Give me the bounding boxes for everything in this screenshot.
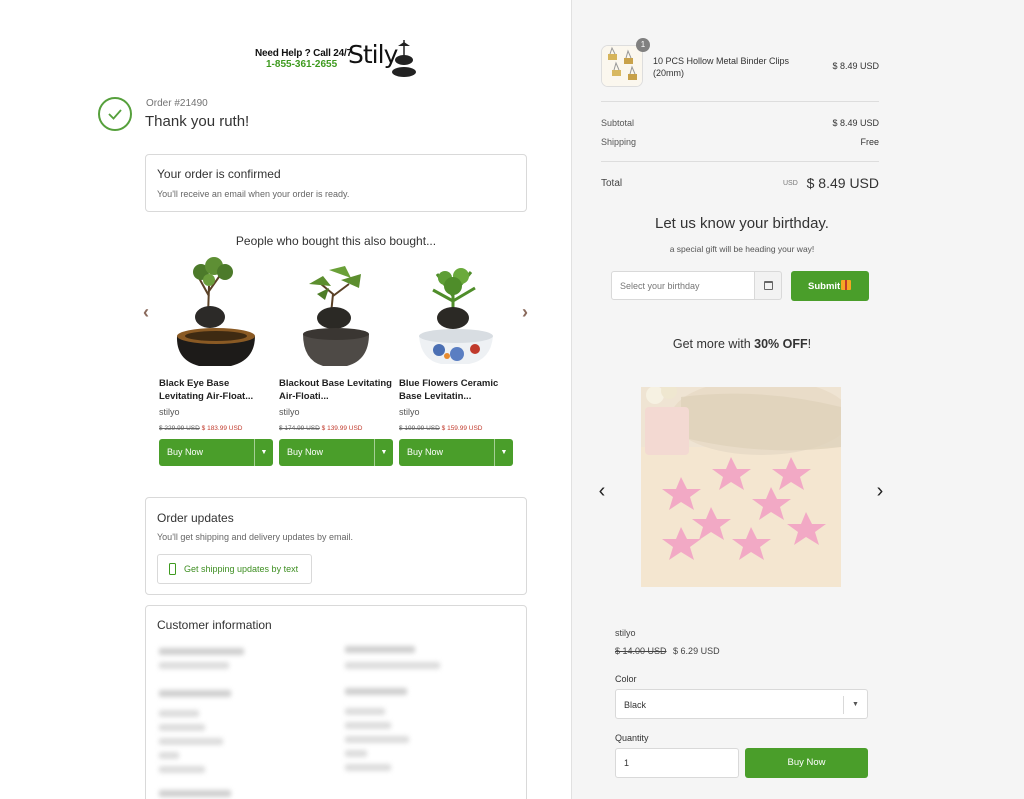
quantity-input[interactable] <box>615 748 739 778</box>
order-confirmed-box: Your order is confirmed You'll receive a… <box>145 154 527 212</box>
promo-suffix: ! <box>807 337 812 351</box>
product-image[interactable] <box>159 256 273 371</box>
caret-down-icon[interactable]: ▼ <box>494 439 513 466</box>
product-vendor: stilyo <box>159 407 180 417</box>
product-name[interactable]: Black Eye Base Levitating Air-Float... <box>159 377 275 403</box>
color-value: Black <box>624 700 647 710</box>
subtotal-label: Subtotal <box>601 118 635 128</box>
birthday-submit-button[interactable]: Submit <box>791 271 869 301</box>
brand-name: Stily <box>348 40 398 69</box>
product-image[interactable] <box>399 256 513 371</box>
birthday-subtitle: a special gift will be heading your way! <box>669 244 815 254</box>
color-select[interactable]: Black ▼ <box>615 689 868 719</box>
birthday-title: Let us know your birthday. <box>655 215 829 232</box>
promo-discount: 30% OFF <box>754 337 808 351</box>
product-name[interactable]: Blue Flowers Ceramic Base Levitatin... <box>399 377 515 403</box>
help-phone[interactable]: 1-855-361-2655 <box>266 59 337 70</box>
product-name[interactable]: Blackout Base Levitating Air-Floati... <box>279 377 395 403</box>
updates-text: You'll get shipping and delivery updates… <box>157 532 354 542</box>
gift-icon <box>841 280 851 290</box>
promo-prev-arrow-icon[interactable]: ‹ <box>594 479 610 503</box>
promo-old-price: $ 14.00 USD <box>615 646 667 656</box>
order-number: Order #21490 <box>146 98 208 109</box>
buy-now-label: Buy Now <box>287 447 324 457</box>
quantity-badge: 1 <box>636 38 650 52</box>
promo-heading: Get more with 30% OFF! <box>601 337 883 351</box>
caret-down-icon[interactable]: ▼ <box>374 439 393 466</box>
customer-title: Customer information <box>157 618 272 632</box>
product-price: $ 174.99 USD $ 139.99 USD <box>279 425 363 432</box>
buy-now-button[interactable]: Buy Now ▼ <box>159 439 273 466</box>
thank-you-heading: Thank you ruth! <box>145 113 250 130</box>
bonsai-logo-icon <box>392 40 416 77</box>
product-price: $ 199.99 USD $ 159.99 USD <box>399 425 483 432</box>
quantity-label: Quantity <box>615 733 649 743</box>
sale-price: $ 183.99 USD <box>201 425 243 432</box>
promo-next-arrow-icon[interactable]: › <box>872 479 888 503</box>
promo-product-image[interactable] <box>641 387 841 587</box>
old-price: $ 229.99 USD <box>159 425 200 432</box>
promo-vendor: stilyo <box>615 628 636 638</box>
item-name: 10 PCS Hollow Metal Binder Clips (20mm) <box>653 56 790 78</box>
customer-information-box: Customer information <box>145 605 527 799</box>
buy-now-label: Buy Now <box>167 447 204 457</box>
color-label: Color <box>615 674 637 684</box>
subtotal-value: $ 8.49 USD <box>832 118 879 128</box>
chevron-down-icon: ▼ <box>843 696 867 714</box>
updates-title: Order updates <box>157 511 234 525</box>
caret-down-icon[interactable]: ▼ <box>254 439 273 466</box>
birthday-placeholder: Select your birthday <box>620 281 700 291</box>
old-price: $ 199.99 USD <box>399 425 440 432</box>
order-summary-panel: 1 10 PCS Hollow Metal Binder Clips (20mm… <box>571 0 1024 799</box>
recommendations-title: People who bought this also bought... <box>235 234 437 248</box>
item-price: $ 8.49 USD <box>832 61 879 71</box>
buy-now-button[interactable]: Buy Now ▼ <box>399 439 513 466</box>
item-thumbnail <box>601 45 643 87</box>
submit-label: Submit <box>808 281 841 292</box>
buy-now-label: Buy Now <box>407 447 444 457</box>
confirmed-text: You'll receive an email when your order … <box>157 189 350 199</box>
divider <box>601 161 879 162</box>
calendar-icon <box>764 281 773 290</box>
confirmed-title: Your order is confirmed <box>157 167 281 181</box>
phone-icon <box>169 563 176 575</box>
sms-updates-label: Get shipping updates by text <box>184 564 299 574</box>
promo-sale-price: $ 6.29 USD <box>673 646 720 656</box>
redacted-customer-details <box>157 642 517 799</box>
store-logo[interactable]: Need Help ? Call 24/7 1-855-361-2655 Sti… <box>255 38 425 82</box>
divider <box>601 101 879 102</box>
total-label: Total <box>601 178 623 189</box>
help-text: Need Help ? Call 24/7 <box>255 48 352 59</box>
check-icon <box>98 97 132 131</box>
promo-prefix: Get more with <box>672 337 755 351</box>
shipping-value: Free <box>860 137 879 147</box>
order-status-panel: Need Help ? Call 24/7 1-855-361-2655 Sti… <box>0 0 571 799</box>
carousel-prev-arrow-icon[interactable]: ‹ <box>139 302 153 322</box>
sms-updates-button[interactable]: Get shipping updates by text <box>157 554 312 584</box>
birthday-input[interactable]: Select your birthday <box>611 271 755 300</box>
calendar-button[interactable] <box>754 271 782 300</box>
old-price: $ 174.99 USD <box>279 425 320 432</box>
promo-buy-now-button[interactable]: Buy Now <box>745 748 868 778</box>
buy-now-button[interactable]: Buy Now ▼ <box>279 439 393 466</box>
carousel-next-arrow-icon[interactable]: › <box>518 302 532 322</box>
product-vendor: stilyo <box>279 407 300 417</box>
total-value: $ 8.49 USD <box>806 175 879 191</box>
shipping-label: Shipping <box>601 137 637 147</box>
sale-price: $ 159.99 USD <box>441 425 483 432</box>
total-currency: USD <box>783 180 798 187</box>
order-updates-box: Order updates You'll get shipping and de… <box>145 497 527 595</box>
product-vendor: stilyo <box>399 407 420 417</box>
product-image[interactable] <box>279 256 393 371</box>
product-price: $ 229.99 USD $ 183.99 USD <box>159 425 243 432</box>
promo-price: $ 14.00 USD $ 6.29 USD <box>615 646 720 656</box>
sale-price: $ 139.99 USD <box>321 425 363 432</box>
